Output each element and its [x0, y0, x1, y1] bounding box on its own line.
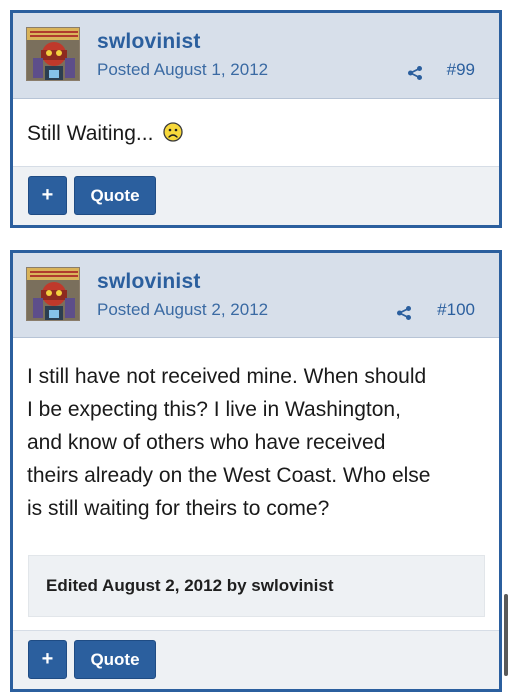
post-text-line: I still have not received mine. When sho…: [27, 365, 427, 388]
username[interactable]: swlovinist: [97, 270, 201, 294]
multiquote-plus-button[interactable]: +: [28, 640, 67, 679]
post-header: swlovinist Posted August 2, 2012 #100: [13, 253, 499, 338]
post-number-link[interactable]: #100: [437, 300, 475, 320]
posted-prefix: Posted: [97, 300, 150, 319]
posted-date[interactable]: August 2, 2012: [154, 300, 268, 319]
share-icon[interactable]: [396, 305, 412, 321]
avatar[interactable]: [26, 27, 80, 81]
multiquote-plus-button[interactable]: +: [28, 176, 67, 215]
post-date[interactable]: Posted August 1, 2012: [97, 60, 268, 80]
quote-button[interactable]: Quote: [74, 640, 156, 679]
post-body: Still Waiting...: [13, 99, 499, 166]
post-body: I still have not received mine. When sho…: [13, 338, 499, 536]
post-99: swlovinist Posted August 1, 2012 #99 Sti…: [10, 10, 502, 228]
post-header: swlovinist Posted August 1, 2012 #99: [13, 13, 499, 99]
edited-text: Edited August 2, 2012 by swlovinist: [46, 576, 334, 595]
post-text: Still Waiting...: [27, 122, 154, 145]
post-text-line: is still waiting for theirs to come?: [27, 497, 330, 520]
quote-button[interactable]: Quote: [74, 176, 156, 215]
frown-emoji-icon: [163, 122, 183, 142]
posted-prefix: Posted: [97, 60, 150, 79]
username[interactable]: swlovinist: [97, 30, 201, 54]
thread-page: swlovinist Posted August 1, 2012 #99 Sti…: [0, 0, 512, 700]
post-text-line: and know of others who have received: [27, 431, 386, 454]
post-footer: + Quote: [13, 166, 499, 225]
post-text-line: theirs already on the West Coast. Who el…: [27, 464, 431, 487]
post-100: swlovinist Posted August 2, 2012 #100 I …: [10, 250, 502, 692]
post-text-line: I be expecting this? I live in Washingto…: [27, 398, 401, 421]
scrollbar[interactable]: [504, 594, 508, 676]
edited-notice: Edited August 2, 2012 by swlovinist: [28, 555, 485, 617]
share-icon[interactable]: [407, 65, 423, 81]
posted-date[interactable]: August 1, 2012: [154, 60, 268, 79]
post-footer: + Quote: [13, 630, 499, 689]
avatar[interactable]: [26, 267, 80, 321]
post-date[interactable]: Posted August 2, 2012: [97, 300, 268, 320]
post-number-link[interactable]: #99: [447, 60, 475, 80]
